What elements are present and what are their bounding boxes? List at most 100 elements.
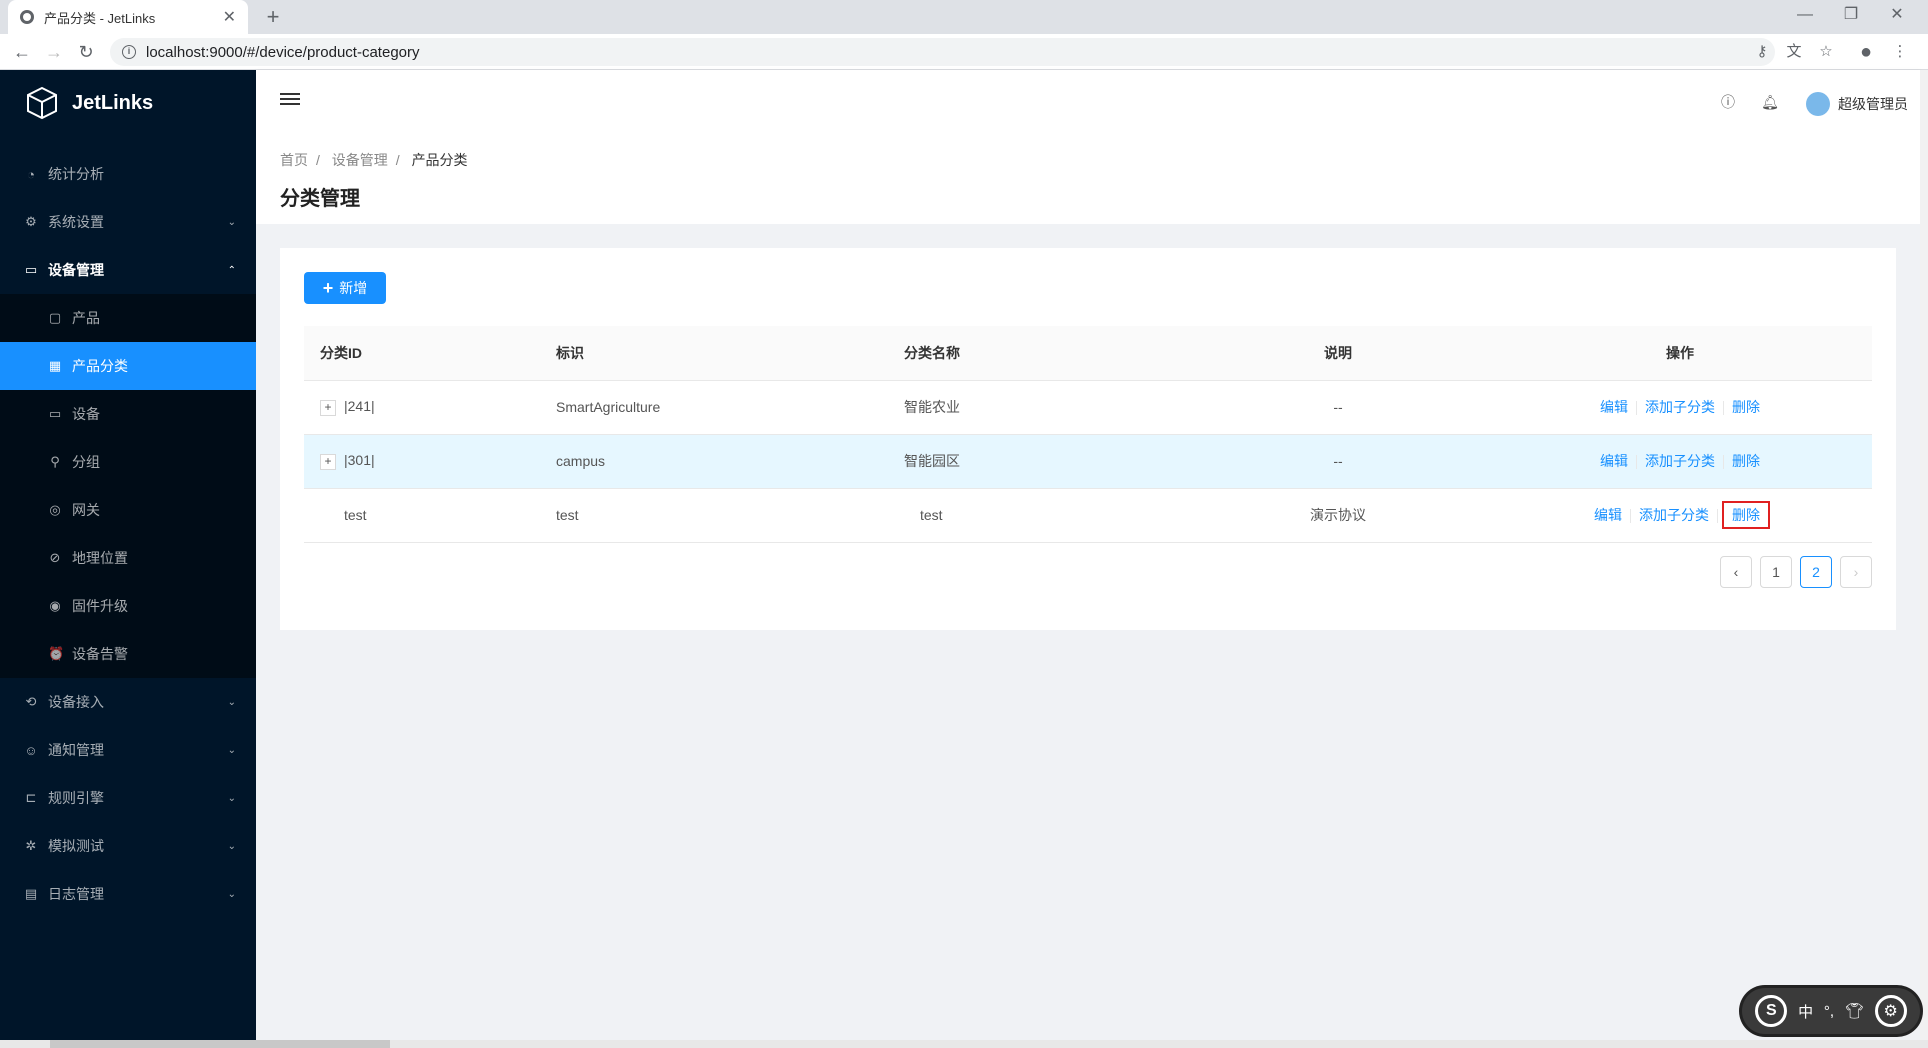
page-1-button[interactable]: 1 [1760, 556, 1792, 588]
ime-language[interactable]: 中 [1798, 1001, 1813, 1022]
device-icon: ▭ [24, 262, 38, 277]
col-header-name: 分类名称 [888, 326, 1188, 381]
add-child-link[interactable]: 添加子分类 [1645, 399, 1715, 415]
expand-icon[interactable]: + [320, 400, 336, 416]
sidebar-item-group[interactable]: ⚲ 分组 [0, 438, 256, 486]
breadcrumb-current: 产品分类 [411, 152, 468, 168]
chevron-down-icon: ⌄ [227, 744, 236, 756]
sidebar-item-device-access[interactable]: ⟲ 设备接入 ⌄ [0, 678, 256, 726]
add-button[interactable]: + 新增 [304, 272, 386, 304]
sidebar-item-product[interactable]: ▢ 产品 [0, 294, 256, 342]
minimize-button[interactable]: — [1782, 0, 1828, 34]
reload-button[interactable]: ↻ [72, 38, 100, 66]
bell-icon[interactable]: 🔔︎ [1760, 92, 1780, 112]
page-2-button[interactable]: 2 [1800, 556, 1832, 588]
sidebar-item-product-category[interactable]: ▦ 产品分类 [0, 342, 256, 390]
avatar[interactable] [1806, 92, 1830, 116]
device-submenu: ▢ 产品 ▦ 产品分类 ▭ 设备 ⚲ 分组 ◎ 网关 ⊘ 地理位置 ◉ 固件升级… [0, 294, 256, 678]
add-child-link[interactable]: 添加子分类 [1639, 507, 1709, 523]
col-header-id: 分类ID [304, 326, 540, 381]
ime-toolbar[interactable]: S 中 °, 👕︎ ⚙ [1742, 988, 1920, 1034]
compass-icon: ⊘ [49, 550, 61, 565]
edit-link[interactable]: 编辑 [1600, 453, 1628, 469]
sogou-logo-icon[interactable]: S [1755, 995, 1788, 1027]
firmware-icon: ◉ [49, 598, 61, 613]
menu-fold-icon[interactable] [280, 90, 300, 110]
plus-icon: + [322, 277, 334, 298]
edit-link[interactable]: 编辑 [1594, 507, 1622, 523]
forward-button[interactable]: → [40, 38, 68, 66]
info-icon[interactable]: i [122, 45, 136, 59]
back-button[interactable]: ← [8, 38, 36, 66]
category-table: 分类ID 标识 分类名称 说明 操作 + |241| SmartAgricultu… [304, 326, 1872, 543]
table-row: + |241| SmartAgriculture 智能农业 -- 编辑 添加子分类删… [304, 380, 1872, 435]
chevron-down-icon: ⌄ [227, 888, 236, 900]
restore-button[interactable]: ❐ [1828, 0, 1874, 34]
prev-page-button[interactable]: ‹ [1720, 556, 1752, 588]
product-icon: ▢ [48, 310, 62, 325]
sidebar-item-logs[interactable]: ▤ 日志管理 ⌄ [0, 870, 256, 918]
delete-link-highlighted[interactable]: 删除 [1722, 501, 1770, 529]
skin-shirt-icon[interactable]: 👕︎ [1845, 1002, 1864, 1020]
sidebar: JetLinks ◔ 统计分析 ⚙ 系统设置 ⌄ ▭ 设备管理 ⌃ ▢ 产品 ▦… [0, 70, 256, 1040]
translate-icon[interactable]: 文 [1780, 38, 1808, 66]
delete-link[interactable]: 删除 [1732, 399, 1760, 415]
next-page-button[interactable]: › [1840, 556, 1872, 588]
col-header-actions: 操作 [1488, 326, 1872, 381]
table-header-row: 分类ID 标识 分类名称 说明 操作 [304, 326, 1872, 381]
breadcrumb-home[interactable]: 首页 [280, 152, 308, 168]
sidebar-item-simulation[interactable]: ✲ 模拟测试 ⌄ [0, 822, 256, 870]
add-child-link[interactable]: 添加子分类 [1645, 453, 1715, 469]
sidebar-item-geo-location[interactable]: ⊘ 地理位置 [0, 534, 256, 582]
vertical-scrollbar[interactable] [1920, 70, 1928, 1040]
app-name: JetLinks [72, 91, 154, 114]
chevron-down-icon: ⌄ [227, 792, 236, 804]
sidebar-item-statistics[interactable]: ◔ 统计分析 [0, 150, 256, 198]
edit-link[interactable]: 编辑 [1600, 399, 1628, 415]
sidebar-item-device-alarm[interactable]: ⏰ 设备告警 [0, 630, 256, 678]
cube-logo-icon [27, 86, 57, 120]
app-logo[interactable]: JetLinks [0, 70, 256, 136]
browser-tab[interactable]: 产品分类 - JetLinks ✕ [8, 0, 248, 34]
username[interactable]: 超级管理员 [1838, 94, 1908, 114]
sidebar-item-notification[interactable]: ☺ 通知管理 ⌄ [0, 726, 256, 774]
chevron-down-icon: ⌄ [227, 216, 236, 228]
more-menu-icon[interactable]: ⋮ [1886, 38, 1914, 66]
horizontal-scrollbar[interactable] [0, 1040, 1928, 1048]
sidebar-item-gateway[interactable]: ◎ 网关 [0, 486, 256, 534]
punctuation-icon[interactable]: °, [1824, 1003, 1834, 1020]
chevron-down-icon: ⌄ [227, 696, 236, 708]
bookmark-star-icon[interactable]: ☆ [1812, 38, 1840, 66]
col-header-key: 标识 [540, 326, 888, 381]
address-bar[interactable]: i localhost:9000/#/device/product-catego… [110, 38, 1775, 66]
category-icon: ▦ [48, 358, 62, 373]
close-window-button[interactable]: ✕ [1874, 0, 1920, 34]
sidebar-item-device[interactable]: ▭ 设备 [0, 390, 256, 438]
close-tab-icon[interactable]: ✕ [223, 7, 236, 27]
monitor-icon: ▭ [48, 406, 62, 421]
browser-tabbar: 产品分类 - JetLinks ✕ + — ❐ ✕ [0, 0, 1928, 34]
page-header: 首页 / 设备管理 / 产品分类 分类管理 [256, 134, 1920, 224]
help-icon[interactable]: ⓘ [1718, 92, 1738, 112]
breadcrumb-device-management[interactable]: 设备管理 [332, 152, 388, 168]
profile-icon[interactable]: ● [1852, 38, 1880, 66]
rule-icon: ⊏ [25, 790, 37, 805]
sidebar-item-system-settings[interactable]: ⚙ 系统设置 ⌄ [0, 198, 256, 246]
col-header-desc: 说明 [1188, 326, 1488, 381]
breadcrumb: 首页 / 设备管理 / 产品分类 [280, 152, 468, 168]
new-tab-button[interactable]: + [260, 4, 286, 30]
globe-icon: ◎ [49, 502, 61, 517]
table-row: + |301| campus 智能园区 -- 编辑 添加子分类 删除 [304, 434, 1872, 489]
dashboard-icon: ◔ [27, 166, 35, 182]
key-icon[interactable]: ⚷ [1748, 38, 1776, 66]
access-icon: ⟲ [25, 694, 37, 709]
sidebar-item-rule-engine[interactable]: ⊏ 规则引擎 ⌄ [0, 774, 256, 822]
delete-link[interactable]: 删除 [1732, 453, 1760, 469]
expand-icon[interactable]: + [320, 454, 336, 470]
ime-settings-gear-icon[interactable]: ⚙ [1874, 995, 1907, 1027]
sidebar-item-firmware-upgrade[interactable]: ◉ 固件升级 [0, 582, 256, 630]
url-text: localhost:9000/#/device/product-category [146, 43, 420, 61]
sidebar-item-device-management[interactable]: ▭ 设备管理 ⌃ [0, 246, 256, 294]
chevron-up-icon: ⌃ [227, 264, 236, 276]
favicon-icon [20, 10, 34, 24]
